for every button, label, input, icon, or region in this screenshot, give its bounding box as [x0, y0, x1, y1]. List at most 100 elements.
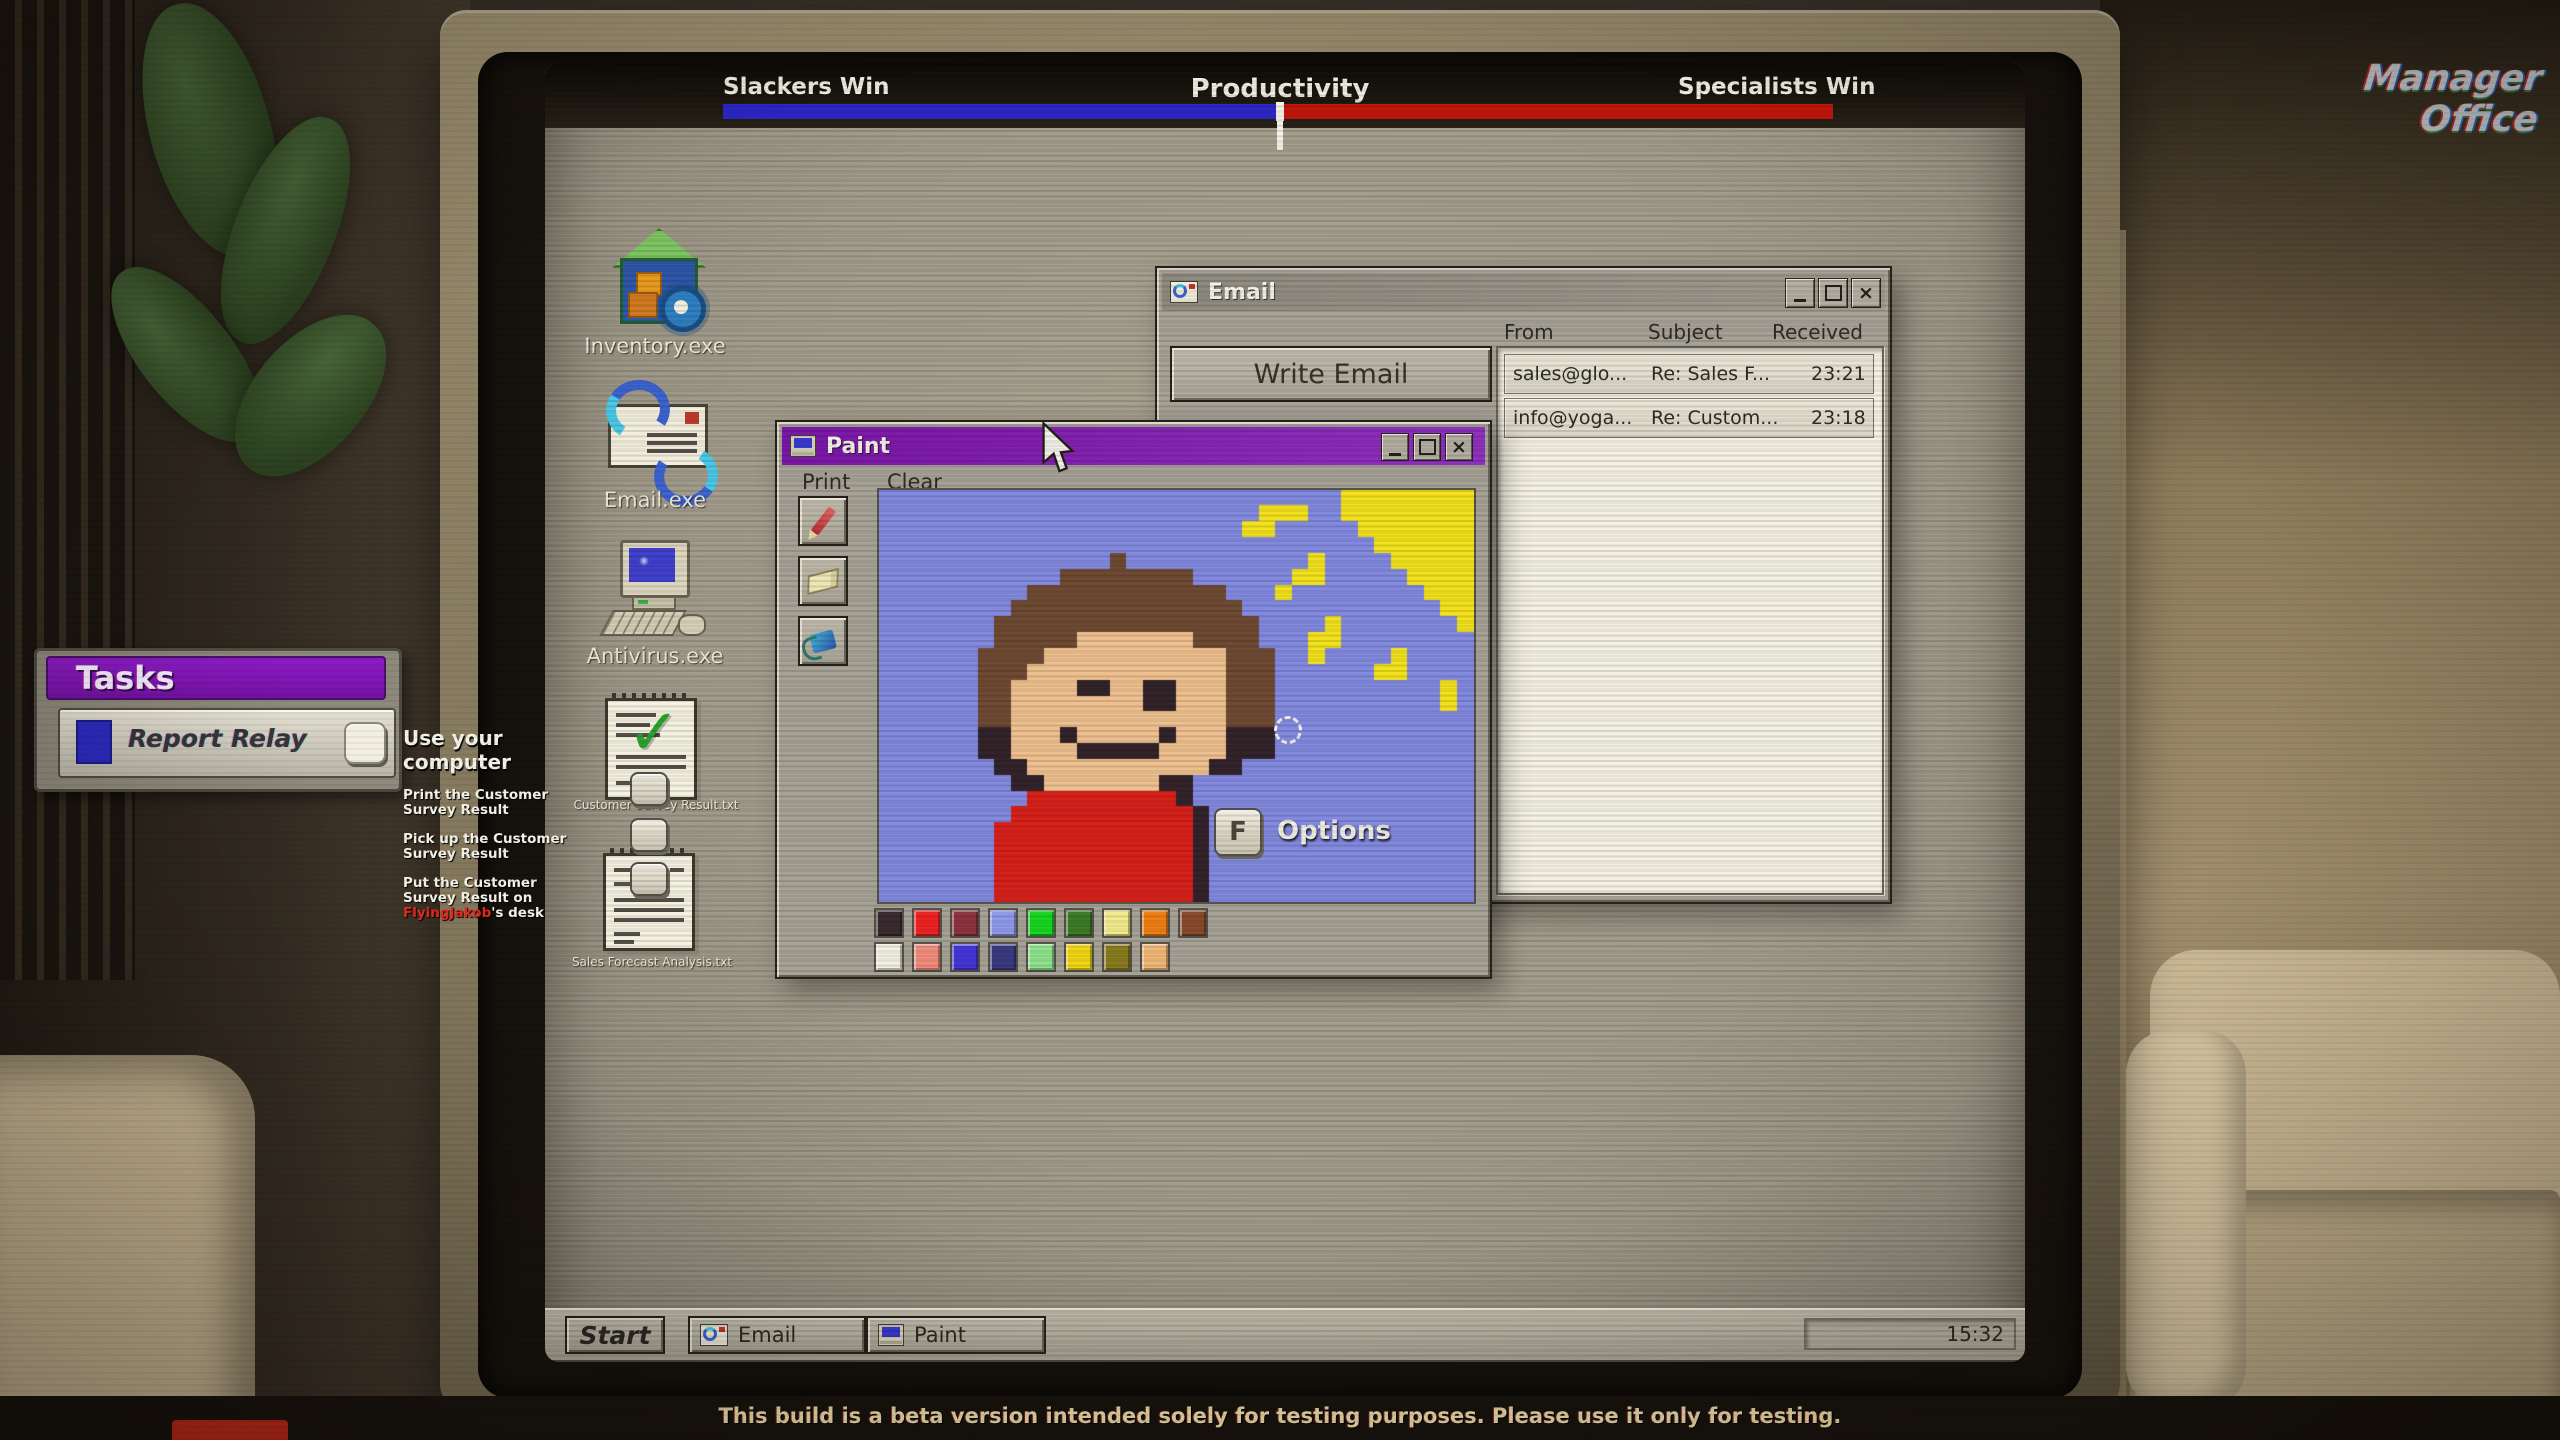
tool-eraser[interactable]: [798, 556, 848, 606]
window-blinds: [0, 0, 135, 980]
power-light: [638, 600, 648, 604]
palette-swatch[interactable]: [1140, 942, 1170, 972]
minimize-button[interactable]: [1785, 278, 1815, 308]
maximize-button[interactable]: [1818, 278, 1848, 308]
desktop-icon-label: Inventory.exe: [555, 334, 755, 358]
gear-icon: [660, 286, 706, 332]
email-titlebar[interactable]: Email: [1162, 273, 1885, 311]
palette-swatch[interactable]: [1102, 942, 1132, 972]
task-details: Use your computer Print the Customer Sur…: [403, 726, 593, 935]
palette-swatch[interactable]: [912, 908, 942, 938]
email-from: info@yoga...: [1513, 407, 1632, 429]
email-app-icon: [1170, 281, 1198, 303]
desktop-icon-email[interactable]: [600, 384, 710, 486]
close-button[interactable]: ×: [1851, 278, 1881, 308]
task-color-tag: [76, 720, 112, 764]
taskbar-clock: 15:32: [1804, 1318, 2016, 1350]
write-email-button[interactable]: Write Email: [1170, 346, 1492, 402]
tool-pencil[interactable]: [798, 496, 848, 546]
couch-armrest: [2126, 1030, 2246, 1410]
email-from: sales@glo...: [1513, 363, 1627, 385]
email-window-title: Email: [1208, 280, 1276, 305]
desktop-icon-label: Email.exe: [555, 488, 755, 512]
pencil-icon: [810, 506, 836, 535]
pickup-key-indicator: [630, 818, 668, 852]
email-row[interactable]: sales@glo... Re: Sales F... 23:21: [1504, 354, 1874, 394]
palette-swatch[interactable]: [950, 908, 980, 938]
email-received: 23:18: [1811, 407, 1866, 429]
column-header-received: Received: [1772, 320, 1863, 344]
maximize-button[interactable]: [1413, 433, 1441, 461]
email-received: 23:21: [1811, 363, 1866, 385]
desktop-icon-forecast-file[interactable]: [601, 845, 701, 950]
palette-swatch[interactable]: [1140, 908, 1170, 938]
scoreboard-right-label: Specialists Win: [1678, 74, 1875, 100]
eraser-icon: [807, 567, 839, 594]
interact-key-icon: F: [1214, 808, 1262, 856]
desktop-icon-label: Sales Forecast Analysis.txt: [559, 955, 745, 969]
column-header-subject: Subject: [1648, 320, 1723, 344]
desktop-icon-inventory[interactable]: [606, 228, 706, 328]
pickup-key-indicator: [630, 772, 668, 806]
menu-print[interactable]: Print: [802, 470, 850, 494]
keyboard-icon: [599, 610, 687, 636]
left-couch: [0, 1055, 255, 1440]
palette-swatch[interactable]: [912, 942, 942, 972]
palette-row-1: [874, 908, 1208, 938]
column-header-from: From: [1504, 320, 1554, 344]
task-step: Print the Customer Survey Result: [403, 788, 593, 818]
beta-notice: This build is a beta version intended so…: [0, 1404, 2560, 1428]
desktop-icon-label: Antivirus.exe: [555, 644, 755, 668]
close-button[interactable]: ×: [1445, 433, 1473, 461]
minimize-button[interactable]: [1381, 433, 1409, 461]
taskbar-button-label: Paint: [914, 1323, 966, 1347]
palette-swatch[interactable]: [1064, 942, 1094, 972]
progress-bar-blue: [723, 104, 1280, 119]
palette-swatch[interactable]: [1026, 908, 1056, 938]
palette-swatch[interactable]: [950, 942, 980, 972]
paint-bucket-icon: [809, 629, 837, 653]
paint-app-icon: [790, 435, 816, 457]
progress-bar-red: [1280, 104, 1833, 119]
task-item[interactable]: Report Relay: [58, 708, 396, 778]
scene: Manager Office Slackers Win Productivity…: [0, 0, 2560, 1440]
email-subject: Re: Custom...: [1651, 407, 1778, 429]
desktop-icon-antivirus[interactable]: [602, 540, 706, 640]
email-list-panel[interactable]: sales@glo... Re: Sales F... 23:21 info@y…: [1496, 346, 1884, 895]
paint-window-title: Paint: [826, 434, 890, 459]
task-step: Put the Customer Survey Result on Flying…: [403, 876, 593, 921]
palette-swatch[interactable]: [874, 908, 904, 938]
task-checkbox[interactable]: [344, 722, 386, 764]
taskbar: Start Email Paint 15:32: [545, 1308, 2025, 1360]
start-button[interactable]: Start: [565, 1316, 665, 1354]
progress-center-tick: [1277, 120, 1283, 150]
palette-swatch[interactable]: [1064, 908, 1094, 938]
room-label: Manager Office: [2236, 58, 2545, 140]
palette-swatch[interactable]: [988, 942, 1018, 972]
palette-row-2: [874, 942, 1170, 972]
task-objective-title: Use your computer: [403, 726, 593, 774]
task-step: Pick up the Customer Survey Result: [403, 832, 593, 862]
box-icon: [628, 292, 658, 318]
palette-swatch[interactable]: [988, 908, 1018, 938]
taskbar-button-email[interactable]: Email: [688, 1316, 866, 1354]
mouse-cursor-icon: [1040, 422, 1076, 474]
paint-titlebar[interactable]: Paint: [782, 427, 1485, 465]
taskbar-button-paint[interactable]: Paint: [866, 1316, 1046, 1354]
scoreboard: Slackers Win Productivity Specialists Wi…: [545, 62, 2025, 128]
email-row[interactable]: info@yoga... Re: Custom... 23:18: [1504, 398, 1874, 438]
palette-swatch[interactable]: [1178, 908, 1208, 938]
pickup-key-indicator: [630, 862, 668, 896]
mouse-icon: [678, 614, 706, 636]
scoreboard-left-label: Slackers Win: [723, 74, 890, 100]
monitor-icon: [620, 540, 690, 598]
paint-window: Paint × Print Clear F Options: [775, 420, 1492, 979]
email-app-icon: [700, 1324, 728, 1346]
checkmark-icon: ✓: [627, 696, 681, 770]
tool-fill[interactable]: [798, 616, 848, 666]
tasks-panel-header: Tasks: [46, 656, 386, 700]
paint-app-icon: [878, 1324, 904, 1346]
palette-swatch[interactable]: [874, 942, 904, 972]
palette-swatch[interactable]: [1026, 942, 1056, 972]
palette-swatch[interactable]: [1102, 908, 1132, 938]
